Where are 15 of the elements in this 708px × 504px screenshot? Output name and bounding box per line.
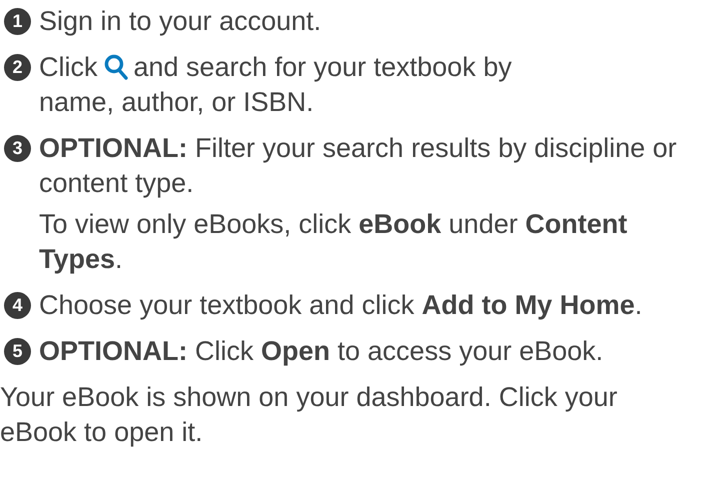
step-number: 1 (4, 8, 31, 35)
search-icon (104, 54, 128, 80)
step-note: To view only eBooks, click eBook under Content Types. (39, 208, 628, 276)
step-text: Sign in to your account. (39, 5, 322, 38)
step-text: OPTIONAL: Filter your search results by discipline or content type. (39, 132, 678, 200)
step-number: 4 (4, 292, 31, 319)
summary-text: Your eBook is shown on your dashboard. Click your eBook to open it. (0, 381, 618, 449)
step-text: Choose your textbook and click Add to My Home. (39, 289, 642, 322)
step-number: 5 (4, 338, 31, 365)
step-number: 3 (4, 135, 31, 162)
step-number: 2 (4, 54, 31, 81)
step-text: and search for your textbook by (134, 52, 512, 82)
step-text: name, author, or ISBN. (39, 87, 314, 117)
step-text: Click (39, 52, 98, 82)
step-text: OPTIONAL: Click Open to access your eBook. (39, 335, 604, 368)
